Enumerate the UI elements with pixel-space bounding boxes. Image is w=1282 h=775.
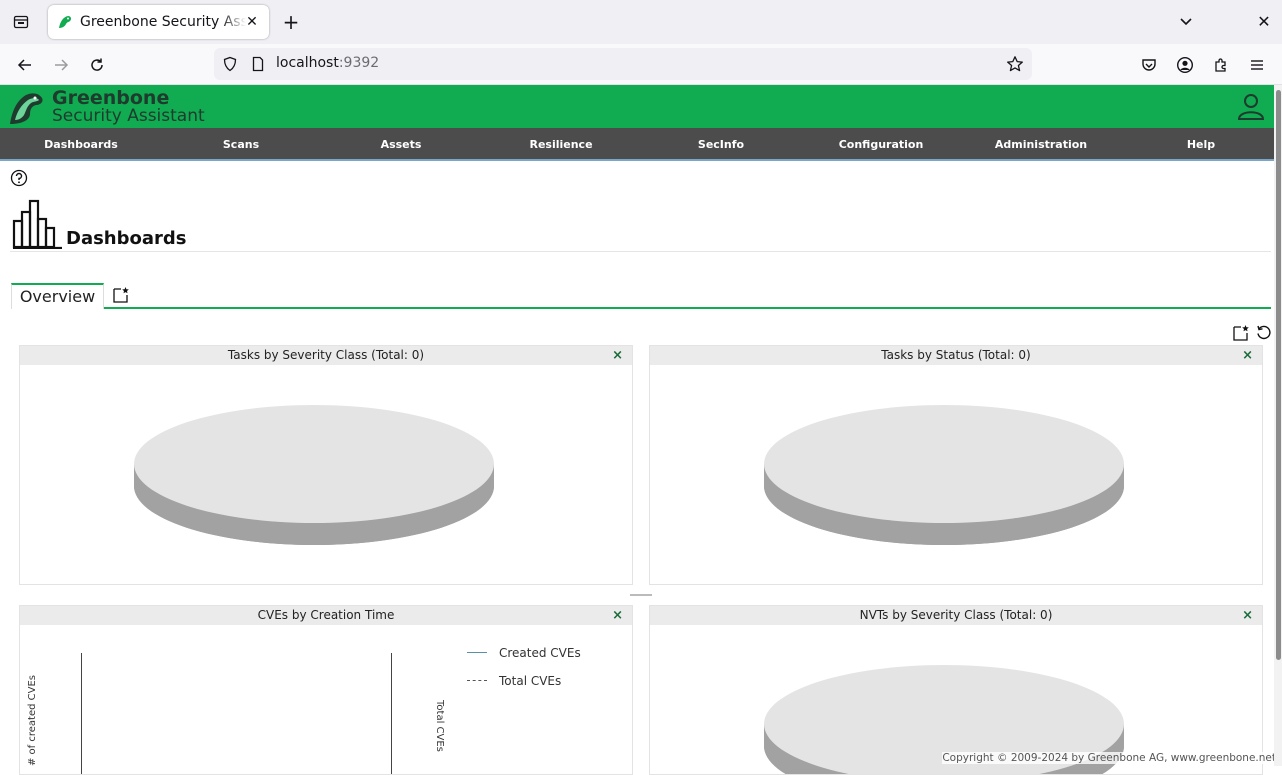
y-right-axis-label: Total CVEs: [434, 700, 445, 752]
left-y-axis-line: [81, 653, 82, 774]
panel-nvts-by-severity: NVTs by Severity Class (Total: 0) ×: [649, 605, 1263, 775]
logo-text: Greenbone Security Assistant: [52, 86, 205, 126]
url-text: localhost:9392: [276, 55, 380, 71]
legend-created-cves: Created CVEs: [499, 646, 581, 660]
menu-administration[interactable]: Administration: [961, 128, 1121, 161]
menu-scans[interactable]: Scans: [161, 128, 321, 161]
panel-cves-by-creation-time: CVEs by Creation Time × # of created CVE…: [19, 605, 633, 775]
dashboard-tabs: Overview: [11, 283, 1271, 309]
panel-header[interactable]: CVEs by Creation Time ×: [20, 606, 632, 625]
empty-pie-chart: [134, 405, 494, 545]
app-header: Greenbone Security Assistant: [0, 85, 1274, 128]
scrollbar-thumb[interactable]: [1276, 90, 1281, 660]
empty-pie-chart: [764, 405, 1124, 545]
dashboard-bar-chart-icon: [12, 199, 62, 249]
legend-line-created: [467, 652, 487, 653]
legend-total-cves: Total CVEs: [499, 674, 562, 688]
firefox-view-icon[interactable]: [8, 10, 34, 34]
panel-header[interactable]: Tasks by Status (Total: 0) ×: [650, 346, 1262, 365]
tab-overview[interactable]: Overview: [11, 283, 104, 309]
panel-title: Tasks by Status (Total: 0): [881, 348, 1031, 362]
remove-panel-icon[interactable]: ×: [1242, 606, 1253, 625]
menu-assets[interactable]: Assets: [321, 128, 481, 161]
menu-resilience[interactable]: Resilience: [481, 128, 641, 161]
url-bar[interactable]: localhost:9392: [214, 48, 1032, 80]
greenbone-favicon-icon: [59, 16, 72, 28]
remove-panel-icon[interactable]: ×: [1242, 346, 1253, 365]
back-icon[interactable]: [12, 52, 38, 78]
reset-dashboard-icon[interactable]: [1255, 324, 1273, 346]
logo-line2: Security Assistant: [52, 105, 205, 126]
y-left-axis-label: # of created CVEs: [27, 675, 38, 766]
bookmark-star-icon[interactable]: [1006, 55, 1024, 73]
app-menu-icon[interactable]: [1244, 52, 1270, 78]
greenbone-logo[interactable]: Greenbone Security Assistant: [6, 85, 205, 128]
reload-icon[interactable]: [84, 52, 110, 78]
account-icon[interactable]: [1172, 52, 1198, 78]
panel-tasks-by-status: Tasks by Status (Total: 0) ×: [649, 345, 1263, 585]
window-close-icon[interactable]: ✕: [1254, 12, 1274, 32]
panel-header[interactable]: Tasks by Severity Class (Total: 0) ×: [20, 346, 632, 365]
remove-panel-icon[interactable]: ×: [612, 346, 623, 365]
main-menu: Dashboards Scans Assets Resilience SecIn…: [0, 128, 1274, 161]
page-title-section: Dashboards: [10, 197, 1271, 252]
list-all-tabs-icon[interactable]: [1176, 12, 1198, 32]
legend-line-total: [467, 680, 487, 681]
user-menu-icon[interactable]: [1236, 91, 1266, 125]
page-title: Dashboards: [66, 228, 187, 249]
remove-panel-icon[interactable]: ×: [612, 606, 623, 625]
menu-dashboards[interactable]: Dashboards: [1, 128, 161, 161]
close-tab-icon[interactable]: ✕: [244, 14, 260, 30]
browser-nav-bar: localhost:9392: [0, 44, 1282, 85]
browser-tab-title: Greenbone Security Assistant: [80, 14, 246, 30]
new-dashboard-icon[interactable]: [112, 286, 130, 308]
panel-title: Tasks by Severity Class (Total: 0): [227, 348, 425, 362]
dashboard-actions: [1232, 324, 1273, 346]
right-y-axis-line: [391, 653, 392, 774]
panel-title: CVEs by Creation Time: [257, 608, 395, 622]
add-display-icon[interactable]: [1232, 324, 1250, 346]
page-info-icon[interactable]: [250, 56, 266, 72]
extensions-icon[interactable]: [1208, 52, 1234, 78]
menu-secinfo[interactable]: SecInfo: [641, 128, 801, 161]
logo-line1: Greenbone: [52, 86, 170, 109]
menu-help[interactable]: Help: [1121, 128, 1281, 161]
panel-header[interactable]: NVTs by Severity Class (Total: 0) ×: [650, 606, 1262, 625]
pocket-icon[interactable]: [1136, 52, 1162, 78]
menu-configuration[interactable]: Configuration: [801, 128, 961, 161]
browser-tab-active[interactable]: Greenbone Security Assistant ✕: [48, 5, 269, 39]
panel-title: NVTs by Severity Class (Total: 0): [859, 608, 1053, 622]
tracking-protection-icon[interactable]: [222, 56, 238, 72]
copyright-footer: Copyright © 2009-2024 by Greenbone AG, w…: [942, 752, 1276, 764]
forward-icon[interactable]: [48, 52, 74, 78]
greenbone-dragon-icon: [10, 92, 43, 124]
panel-tasks-by-severity: Tasks by Severity Class (Total: 0) ×: [19, 345, 633, 585]
help-icon[interactable]: [10, 169, 28, 191]
new-tab-button[interactable]: +: [280, 10, 302, 34]
row-resize-handle[interactable]: [630, 594, 652, 596]
browser-tab-bar: Greenbone Security Assistant ✕ + ✕: [0, 0, 1282, 44]
